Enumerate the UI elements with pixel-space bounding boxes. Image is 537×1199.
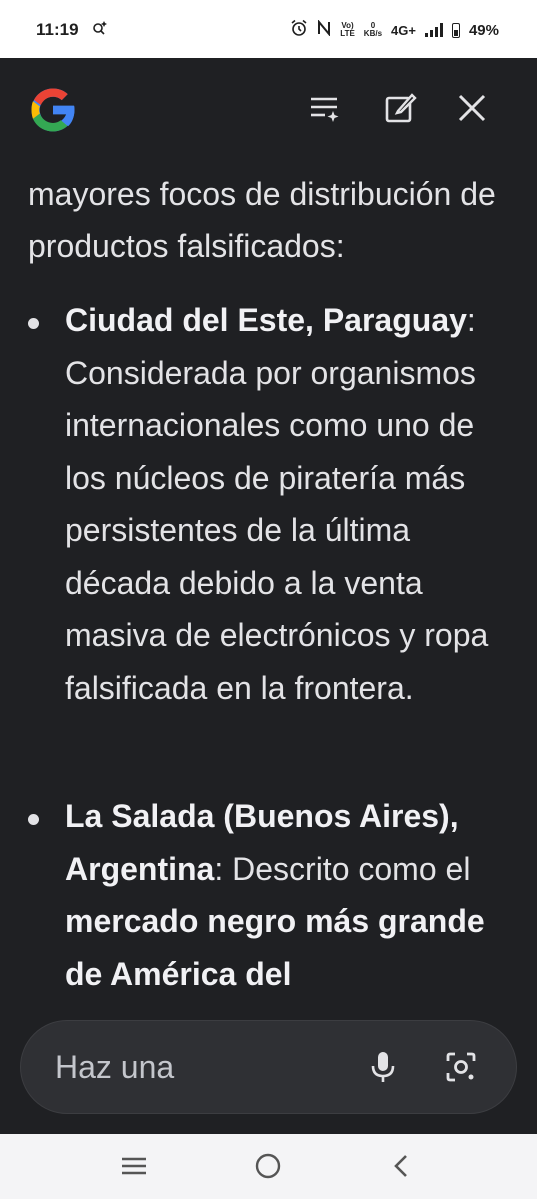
- list-item-text: Ciudad del Este, Paraguay: Considerada p…: [65, 294, 515, 714]
- intro-text: mayores focos de distribución de product…: [28, 176, 496, 264]
- mic-icon[interactable]: [361, 1045, 405, 1089]
- volte-indicator: Vo) LTE: [340, 22, 355, 38]
- status-bar: 11:19 Vo) LTE 0 KB/s 4G+ 49%: [0, 0, 537, 58]
- recents-icon[interactable]: [112, 1146, 156, 1186]
- list-item-text: La Salada (Buenos Aires), Argentina: Des…: [65, 790, 515, 1000]
- close-icon[interactable]: [450, 86, 494, 130]
- system-nav-bar: [0, 1134, 537, 1199]
- list-item-body: : Descrito como el: [214, 850, 471, 887]
- search-sparkle-icon: [92, 19, 108, 39]
- network-type: 4G+: [391, 22, 416, 38]
- edit-icon[interactable]: [378, 86, 422, 130]
- list-sparkle-icon[interactable]: [302, 86, 346, 130]
- status-time: 11:19: [36, 20, 79, 39]
- volte-bottom: LTE: [340, 29, 355, 38]
- lens-icon[interactable]: [439, 1045, 483, 1089]
- nfc-icon: [317, 19, 331, 40]
- battery-percent: 49%: [468, 21, 499, 39]
- home-icon[interactable]: [246, 1146, 290, 1186]
- alarm-icon: [290, 19, 308, 41]
- bullet-dot: [28, 318, 39, 329]
- app-header: [0, 58, 537, 158]
- google-g-logo[interactable]: [25, 82, 81, 138]
- back-icon[interactable]: [380, 1146, 424, 1186]
- signal-icon: [424, 23, 443, 37]
- prompt-input[interactable]: Haz una: [20, 1020, 517, 1114]
- speed-indicator: 0 KB/s: [364, 22, 382, 38]
- response-content: mayores focos de distribución de product…: [0, 158, 537, 1020]
- list-item-bold-2: mercado negro más grande de América del: [65, 903, 485, 992]
- bullet-dot: [28, 814, 39, 825]
- prompt-placeholder: Haz una: [55, 1049, 175, 1085]
- speed-unit: KB/s: [363, 29, 383, 38]
- battery-icon: [451, 22, 460, 38]
- list-item-body: : Considerada por organismos internacion…: [65, 302, 489, 706]
- list-item-bold: Ciudad del Este, Paraguay: [65, 302, 467, 338]
